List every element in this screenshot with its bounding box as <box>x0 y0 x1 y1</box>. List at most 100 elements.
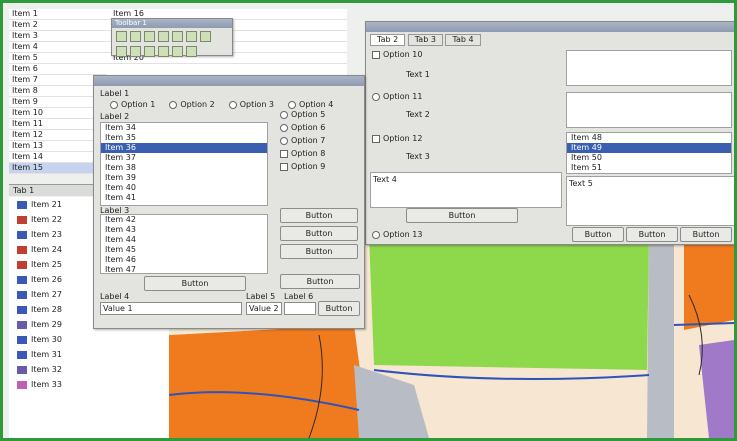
ok-button[interactable]: Button <box>572 227 624 242</box>
list-item[interactable]: Item 41 <box>101 193 267 203</box>
layer-label: Item 30 <box>31 335 62 344</box>
tool-icon[interactable] <box>130 46 141 57</box>
tool-icon[interactable] <box>158 31 169 42</box>
side-button[interactable]: Button <box>280 244 358 259</box>
list-item[interactable]: Item 50 <box>567 153 731 163</box>
table-row[interactable]: Item 3 <box>9 31 107 42</box>
dialog-titlebar[interactable] <box>366 22 734 32</box>
radio[interactable] <box>228 100 237 109</box>
side-button[interactable]: Button <box>280 208 358 223</box>
option-row[interactable]: Option 10 <box>372 50 422 59</box>
option-row[interactable]: Option 8 <box>280 149 325 158</box>
layer-tree-item[interactable]: Item 32 <box>9 362 169 377</box>
ok-button[interactable]: Button <box>318 301 360 316</box>
radio[interactable] <box>372 230 380 239</box>
radio[interactable] <box>110 100 118 109</box>
tab[interactable]: Tab 3 <box>407 34 443 46</box>
checkbox[interactable] <box>280 149 288 158</box>
value-list[interactable]: Item 48 Item 49 Item 50 Item 51 <box>566 132 732 174</box>
table-row[interactable]: Item 4 <box>9 42 107 53</box>
radio-option[interactable]: Option 4 <box>288 100 333 109</box>
tool-icon[interactable] <box>186 46 197 57</box>
list-item[interactable]: Item 39 <box>101 173 267 183</box>
layer-tree-item[interactable]: Item 33 <box>9 377 169 392</box>
tool-icon[interactable] <box>172 31 183 42</box>
list-item[interactable]: Item 47 <box>101 265 267 275</box>
tool-icon[interactable] <box>186 31 197 42</box>
list-item[interactable]: Item 44 <box>101 235 267 245</box>
toolbar-titlebar[interactable]: Toolbar 1 <box>112 19 232 28</box>
option-row[interactable]: Option 6 <box>280 123 325 132</box>
layer-tree-item[interactable]: Item 31 <box>9 347 169 362</box>
layer-swatch-icon <box>17 290 27 299</box>
radio[interactable] <box>169 100 178 109</box>
unit-field[interactable]: Value 2 <box>246 302 282 315</box>
option-row[interactable]: Option 5 <box>280 110 325 119</box>
list-item[interactable]: Item 51 <box>567 163 731 173</box>
tab-label[interactable]: Tab 1 <box>9 186 34 195</box>
table-row[interactable]: Item 6 <box>9 64 107 75</box>
layer-label: Item 28 <box>31 305 62 314</box>
settings-dialog[interactable]: Tab 2 Tab 3 Tab 4 Option 10 Text 1 Optio… <box>365 21 734 245</box>
list-item[interactable]: Item 35 <box>101 133 267 143</box>
option-row[interactable]: Option 7 <box>280 136 325 145</box>
value-field[interactable]: Value 1 <box>100 302 242 315</box>
tool-icon[interactable] <box>158 46 169 57</box>
tab[interactable]: Tab 4 <box>445 34 481 46</box>
radio[interactable] <box>288 100 297 109</box>
dialog-action-button[interactable]: Button <box>406 208 518 223</box>
tool-icon[interactable] <box>116 46 127 57</box>
option-row[interactable]: Option 12 <box>372 134 422 143</box>
dialog-mid-button[interactable]: Button <box>144 276 246 291</box>
list-item[interactable]: Item 45 <box>101 245 267 255</box>
checkbox[interactable] <box>372 134 380 143</box>
list-item[interactable]: Item 37 <box>101 153 267 163</box>
table-row[interactable]: Item 2 <box>9 20 107 31</box>
list-item[interactable]: Item 43 <box>101 225 267 235</box>
radio[interactable] <box>280 136 288 145</box>
checkbox[interactable] <box>280 162 288 171</box>
floating-toolbar[interactable]: Toolbar 1 <box>111 18 233 59</box>
option-row[interactable]: Option 9 <box>280 162 325 171</box>
radio[interactable] <box>280 110 288 119</box>
tab[interactable]: Tab 2 <box>370 34 406 46</box>
value-field-short[interactable] <box>284 302 316 315</box>
radio-option[interactable]: Option 1 <box>110 100 155 109</box>
layer-swatch-icon <box>17 305 27 314</box>
tool-icon[interactable] <box>172 46 183 57</box>
tool-icon[interactable] <box>144 31 155 42</box>
checkbox[interactable] <box>372 50 380 59</box>
list-item[interactable]: Item 46 <box>101 255 267 265</box>
side-button[interactable]: Button <box>280 226 358 241</box>
group-label: Label 1 <box>100 89 130 98</box>
option-row[interactable]: Option 13 <box>372 230 422 239</box>
cancel-button[interactable]: Button <box>626 227 678 242</box>
list-item[interactable]: Item 42 <box>101 215 267 225</box>
radio[interactable] <box>280 123 288 132</box>
value-list[interactable]: Item 42 Item 43 Item 44 Item 45 Item 46 Item … <box>100 214 268 274</box>
radio[interactable] <box>372 92 380 101</box>
list-item[interactable]: Item 49 <box>567 143 731 153</box>
layer-tree-item[interactable]: Item 30 <box>9 332 169 347</box>
list-item[interactable]: Item 34 <box>101 123 267 133</box>
query-dialog[interactable]: Label 1 Option 1 Option 2 Option 3 Option 4… <box>93 75 365 329</box>
list-item[interactable]: Item 38 <box>101 163 267 173</box>
option-row[interactable]: Option 11 <box>372 92 422 101</box>
apply-button[interactable]: Button <box>280 274 360 289</box>
list-item[interactable]: Item 36 <box>101 143 267 153</box>
tool-icon[interactable] <box>116 31 127 42</box>
list-item[interactable]: Item 48 <box>567 133 731 143</box>
radio-option[interactable]: Option 2 <box>169 100 215 109</box>
table-row[interactable]: Item 1 <box>9 9 107 20</box>
note-box[interactable]: Text 4 <box>370 172 562 208</box>
help-button[interactable]: Button <box>680 227 732 242</box>
table-row[interactable]: Item 5 <box>9 53 107 64</box>
list-item[interactable]: Item 40 <box>101 183 267 193</box>
tool-icon[interactable] <box>144 46 155 57</box>
dialog-titlebar[interactable] <box>94 76 364 86</box>
layer-list[interactable]: Item 34 Item 35 Item 36 Item 37 Item 38 Item … <box>100 122 268 206</box>
toolbar-row <box>112 46 232 59</box>
tool-icon[interactable] <box>130 31 141 42</box>
tool-icon[interactable] <box>200 31 211 42</box>
radio-option[interactable]: Option 3 <box>228 100 274 109</box>
